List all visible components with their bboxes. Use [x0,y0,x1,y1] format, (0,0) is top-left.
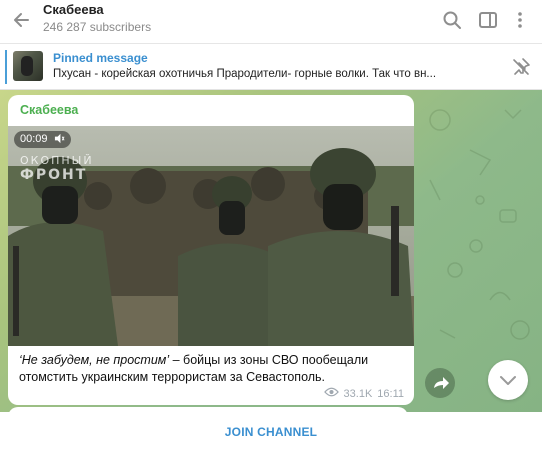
back-arrow-icon[interactable] [8,6,36,34]
join-bar: JOIN CHANNEL [0,412,542,452]
view-count: 33.1K [343,387,373,400]
sidebar-panel-icon[interactable] [476,8,500,32]
chevron-down-icon [500,376,516,385]
more-vertical-icon[interactable] [508,8,532,32]
watermark-line-1: ОКОПНЫЙ [20,154,94,167]
pinned-message-bar[interactable]: Pinned message Пхусан - корейская охотни… [0,45,542,90]
join-channel-button[interactable]: JOIN CHANNEL [0,412,542,452]
pinned-thumbnail [13,51,43,81]
search-icon[interactable] [440,8,464,32]
message-time: 16:11 [377,387,404,400]
message-author[interactable]: Скабеева [20,103,78,117]
scroll-down-button[interactable] [488,360,528,400]
pinned-text: Пхусан - корейская охотничья Прародители… [53,68,437,80]
pinned-title: Pinned message [53,51,148,65]
muted-speaker-icon[interactable] [54,133,65,144]
caption-quote: ‘Не забудем, не простим’ [19,353,170,367]
message-caption: ‘Не забудем, не простим’ – бойцы из зоны… [19,352,404,386]
video-duration-badge: 00:09 [14,131,71,148]
views-eye-icon [323,387,339,400]
pinned-indicator [5,50,7,84]
message-meta: 33.1K 16:11 [323,387,404,400]
video-duration: 00:09 [20,133,48,145]
video-watermark: ОКОПНЫЙ ФРОНТ [20,154,94,182]
share-button[interactable] [425,368,455,398]
unpin-icon[interactable] [510,56,532,78]
chat-area[interactable]: Скабеева 00:09 ОКОПНЫЙ ФРОНТ ‘Не забудем… [0,90,542,412]
share-arrow-icon [434,377,449,389]
channel-title[interactable]: Скабеева [43,2,104,17]
chat-header: Скабеева 246 287 subscribers [0,0,542,44]
watermark-line-2: ФРОНТ [20,167,88,183]
video-thumbnail[interactable]: 00:09 ОКОПНЫЙ ФРОНТ [8,126,414,346]
subscriber-count: 246 287 subscribers [43,20,152,34]
message-bubble[interactable]: Скабеева 00:09 ОКОПНЫЙ ФРОНТ ‘Не забудем… [8,95,414,405]
